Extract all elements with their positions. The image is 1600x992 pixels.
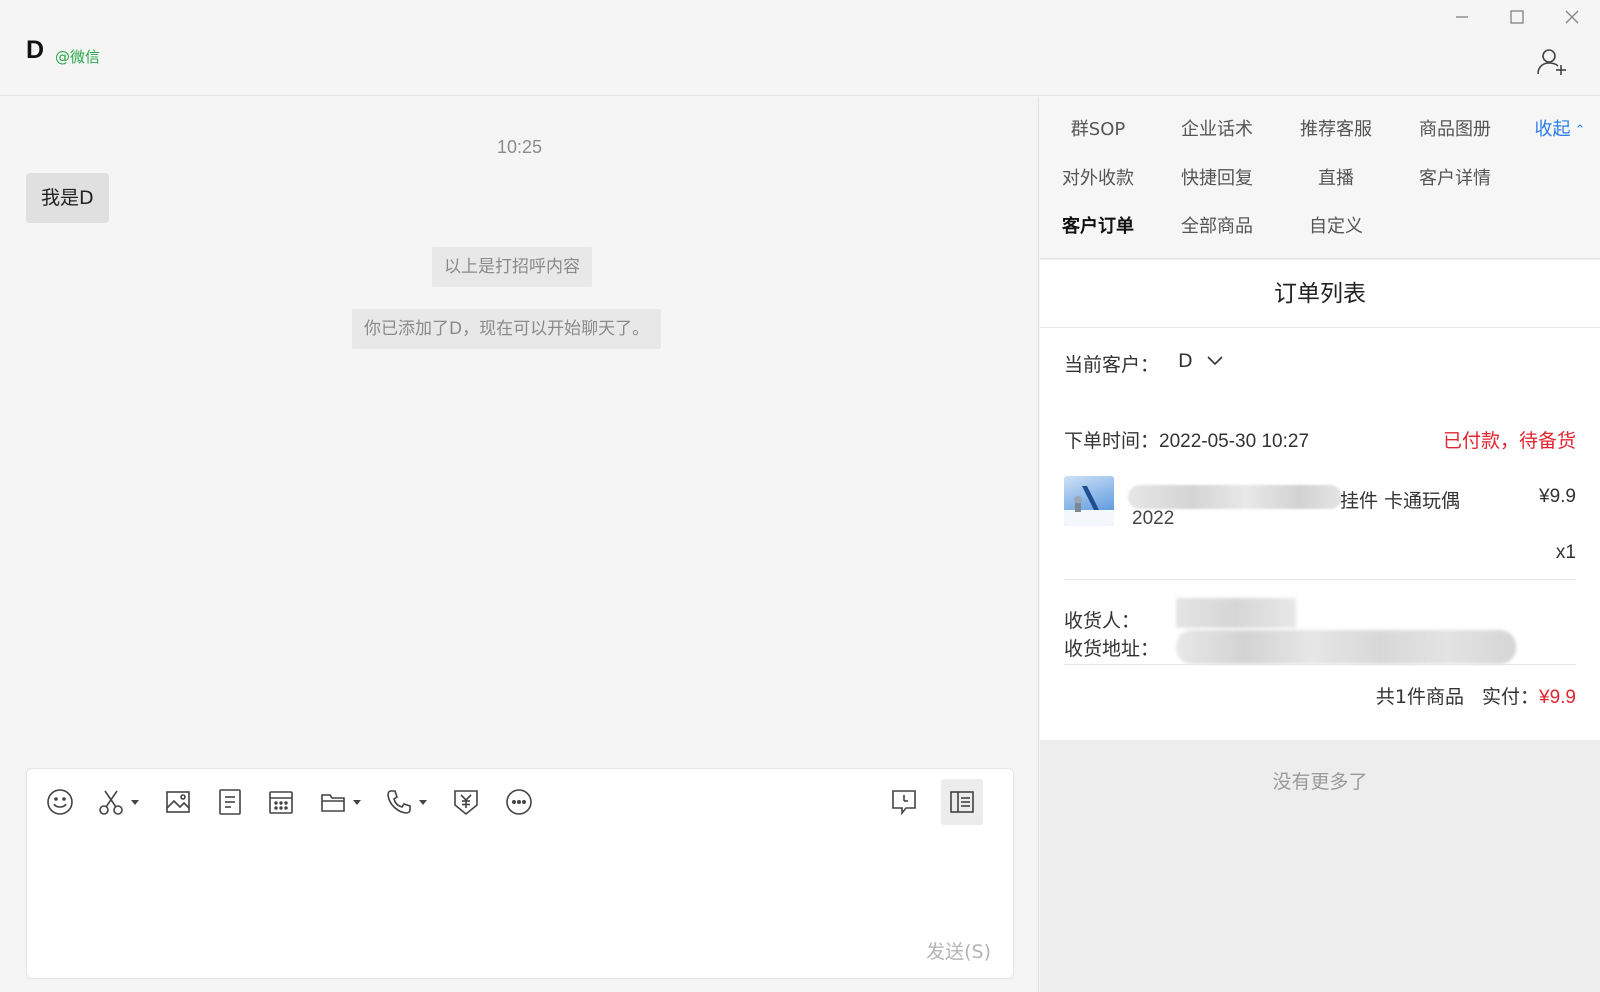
paid-label: 实付： bbox=[1482, 686, 1540, 708]
more-button[interactable] bbox=[504, 779, 534, 825]
maximize-icon bbox=[1510, 10, 1524, 24]
product-thumbnail[interactable] bbox=[1064, 476, 1114, 526]
no-more-label: 没有更多了 bbox=[1272, 771, 1368, 793]
order-list-title: 订单列表 bbox=[1040, 260, 1600, 328]
chevron-down-icon bbox=[419, 799, 427, 805]
tab-customer-orders[interactable]: 客户订单 bbox=[1048, 212, 1148, 238]
current-customer-label: 当前客户： bbox=[1064, 354, 1160, 376]
more-icon bbox=[506, 789, 532, 815]
tool-tabs: 群SOP 企业话术 推荐客服 商品图册 收起 对外收款 快捷回复 直播 客户详情… bbox=[1040, 97, 1600, 259]
payment-button[interactable] bbox=[452, 779, 480, 825]
minimize-icon bbox=[1456, 16, 1468, 18]
divider bbox=[1064, 664, 1576, 665]
tab-scripts[interactable]: 企业话术 bbox=[1167, 115, 1267, 141]
calendar-icon bbox=[269, 791, 293, 814]
file-button[interactable] bbox=[319, 779, 361, 825]
close-icon bbox=[1565, 10, 1579, 24]
product-name-redacted bbox=[1128, 485, 1342, 509]
sidebar-icon bbox=[950, 791, 974, 813]
message-timestamp: 10:25 bbox=[496, 137, 543, 157]
product-name[interactable]: 挂件 卡通玩偶 bbox=[1340, 486, 1460, 513]
document-button[interactable] bbox=[217, 779, 243, 825]
chat-header: D @微信 bbox=[0, 0, 1600, 96]
payment-icon bbox=[454, 790, 478, 816]
schedule-button[interactable] bbox=[267, 779, 295, 825]
chat-area: 10:25 我是D 以上是打招呼内容 你已添加了D，现在可以开始聊天了。 发送(… bbox=[0, 97, 1039, 992]
tab-custom[interactable]: 自定义 bbox=[1286, 212, 1386, 238]
add-contact-button[interactable] bbox=[1532, 44, 1572, 80]
paid-amount: ¥9.9 bbox=[1539, 687, 1576, 708]
phone-icon bbox=[387, 790, 411, 814]
product-price: ¥9.9 bbox=[1539, 486, 1576, 507]
maximize-button[interactable] bbox=[1497, 2, 1537, 32]
address-label: 收货地址： bbox=[1064, 638, 1160, 660]
emoji-button[interactable] bbox=[45, 779, 75, 825]
system-message: 你已添加了D，现在可以开始聊天了。 bbox=[352, 309, 662, 349]
tab-group-sop[interactable]: 群SOP bbox=[1048, 115, 1148, 141]
chevron-down-icon bbox=[131, 799, 139, 805]
send-button[interactable]: 发送(S) bbox=[926, 937, 991, 964]
product-image-icon bbox=[1064, 486, 1114, 526]
tab-customer-detail[interactable]: 客户详情 bbox=[1405, 164, 1505, 190]
screenshot-button[interactable] bbox=[97, 779, 139, 825]
scissors-icon bbox=[99, 790, 123, 815]
message-bubble[interactable]: 我是D bbox=[26, 173, 109, 223]
image-button[interactable] bbox=[164, 779, 192, 825]
chat-history-button[interactable] bbox=[889, 779, 919, 825]
current-customer-value: D bbox=[1178, 350, 1193, 372]
contact-name[interactable]: D bbox=[26, 36, 44, 65]
tab-recommend-service[interactable]: 推荐客服 bbox=[1286, 115, 1386, 141]
order-status-badge: 已付款，待备货 bbox=[1442, 430, 1576, 452]
tab-external-payment[interactable]: 对外收款 bbox=[1048, 164, 1148, 190]
receiver-name-redacted bbox=[1176, 598, 1296, 628]
tab-all-products[interactable]: 全部商品 bbox=[1167, 212, 1267, 238]
tab-product-album[interactable]: 商品图册 bbox=[1405, 115, 1505, 141]
emoji-icon bbox=[47, 789, 73, 815]
chat-history-icon bbox=[892, 790, 916, 816]
order-list: 订单列表 当前客户： D 下单时间：2022-05-30 10:27 已付款，待… bbox=[1040, 260, 1600, 740]
message-input-area[interactable]: 发送(S) bbox=[26, 768, 1014, 979]
order-summary: 共1件商品 实付：¥9.9 bbox=[1376, 682, 1576, 709]
item-count: 共1件商品 bbox=[1375, 686, 1464, 708]
receiver-label: 收货人： bbox=[1064, 610, 1141, 632]
chevron-down-icon bbox=[1207, 356, 1223, 366]
sidebar-panel: 群SOP 企业话术 推荐客服 商品图册 收起 对外收款 快捷回复 直播 客户详情… bbox=[1040, 97, 1600, 992]
product-year: 2022 bbox=[1132, 508, 1175, 529]
address-redacted bbox=[1176, 630, 1516, 664]
tab-quick-reply[interactable]: 快捷回复 bbox=[1167, 164, 1267, 190]
system-message: 以上是打招呼内容 bbox=[432, 247, 592, 287]
call-button[interactable] bbox=[385, 779, 427, 825]
chevron-down-icon bbox=[353, 799, 361, 805]
product-quantity: x1 bbox=[1555, 542, 1576, 563]
current-customer-select[interactable]: D bbox=[1178, 350, 1223, 372]
image-icon bbox=[166, 791, 190, 813]
add-user-icon bbox=[1537, 49, 1566, 75]
divider bbox=[1064, 579, 1576, 580]
contact-source-label: @微信 bbox=[55, 48, 101, 66]
folder-icon bbox=[321, 794, 345, 812]
minimize-button[interactable] bbox=[1442, 2, 1482, 32]
collapse-tabs-button[interactable]: 收起 bbox=[1525, 115, 1595, 141]
sidebar-toggle-button[interactable] bbox=[941, 779, 983, 825]
order-time: 下单时间：2022-05-30 10:27 bbox=[1064, 431, 1310, 452]
document-icon bbox=[219, 789, 241, 815]
tab-live[interactable]: 直播 bbox=[1286, 164, 1386, 190]
close-button[interactable] bbox=[1552, 2, 1592, 32]
